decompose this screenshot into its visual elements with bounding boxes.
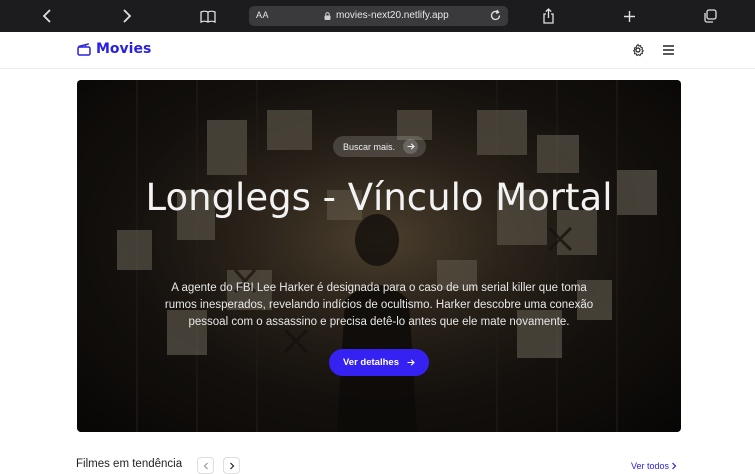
share-button[interactable] bbox=[535, 4, 561, 28]
lock-icon bbox=[324, 12, 331, 20]
address-bar[interactable]: AA movies-next20.netlify.app bbox=[249, 6, 508, 26]
chevron-right-icon bbox=[672, 462, 677, 470]
settings-gear-icon[interactable] bbox=[631, 43, 645, 57]
brand-name: Movies bbox=[96, 41, 152, 57]
text-size-button[interactable]: AA bbox=[256, 10, 269, 20]
clapperboard-icon bbox=[77, 43, 91, 56]
view-details-button[interactable]: Ver detalhes bbox=[329, 349, 429, 376]
hero-banner: Buscar mais. Longlegs - Vínculo Mortal A… bbox=[77, 80, 681, 432]
search-more-button[interactable]: Buscar mais. bbox=[333, 136, 427, 157]
movie-title: Longlegs - Vínculo Mortal bbox=[145, 176, 613, 219]
new-tab-button[interactable] bbox=[616, 4, 642, 28]
back-button[interactable] bbox=[34, 4, 60, 28]
chevron-right-icon bbox=[123, 9, 132, 23]
plus-icon bbox=[623, 10, 635, 22]
chevron-left-icon bbox=[203, 462, 208, 469]
movie-description: A agente do FBI Lee Harker é designada p… bbox=[164, 282, 594, 328]
chevron-right-icon bbox=[229, 462, 234, 469]
chevron-left-icon bbox=[42, 9, 51, 23]
arrow-right-icon bbox=[403, 139, 419, 154]
tabs-icon bbox=[704, 9, 717, 23]
trending-next-button[interactable] bbox=[223, 457, 240, 474]
see-all-label: Ver todos bbox=[631, 461, 670, 471]
search-more-label: Buscar mais. bbox=[343, 141, 396, 152]
reload-icon[interactable] bbox=[489, 9, 502, 22]
book-icon bbox=[200, 10, 216, 23]
browser-toolbar: AA movies-next20.netlify.app bbox=[0, 0, 755, 32]
tabs-button[interactable] bbox=[697, 4, 723, 28]
trending-section-title: Filmes em tendência bbox=[76, 458, 183, 470]
hero-dim-overlay bbox=[77, 80, 681, 432]
hamburger-menu-icon[interactable] bbox=[662, 44, 675, 56]
arrow-right-icon bbox=[407, 359, 415, 366]
forward-button[interactable] bbox=[114, 4, 140, 28]
trending-prev-button[interactable] bbox=[197, 457, 214, 474]
brand-link[interactable]: Movies bbox=[77, 41, 151, 57]
see-all-link[interactable]: Ver todos bbox=[631, 461, 677, 471]
reader-button[interactable] bbox=[195, 4, 221, 28]
view-details-label: Ver detalhes bbox=[343, 357, 399, 368]
app-header: Movies bbox=[0, 32, 755, 69]
url-text: movies-next20.netlify.app bbox=[336, 10, 449, 21]
share-icon bbox=[542, 8, 554, 24]
